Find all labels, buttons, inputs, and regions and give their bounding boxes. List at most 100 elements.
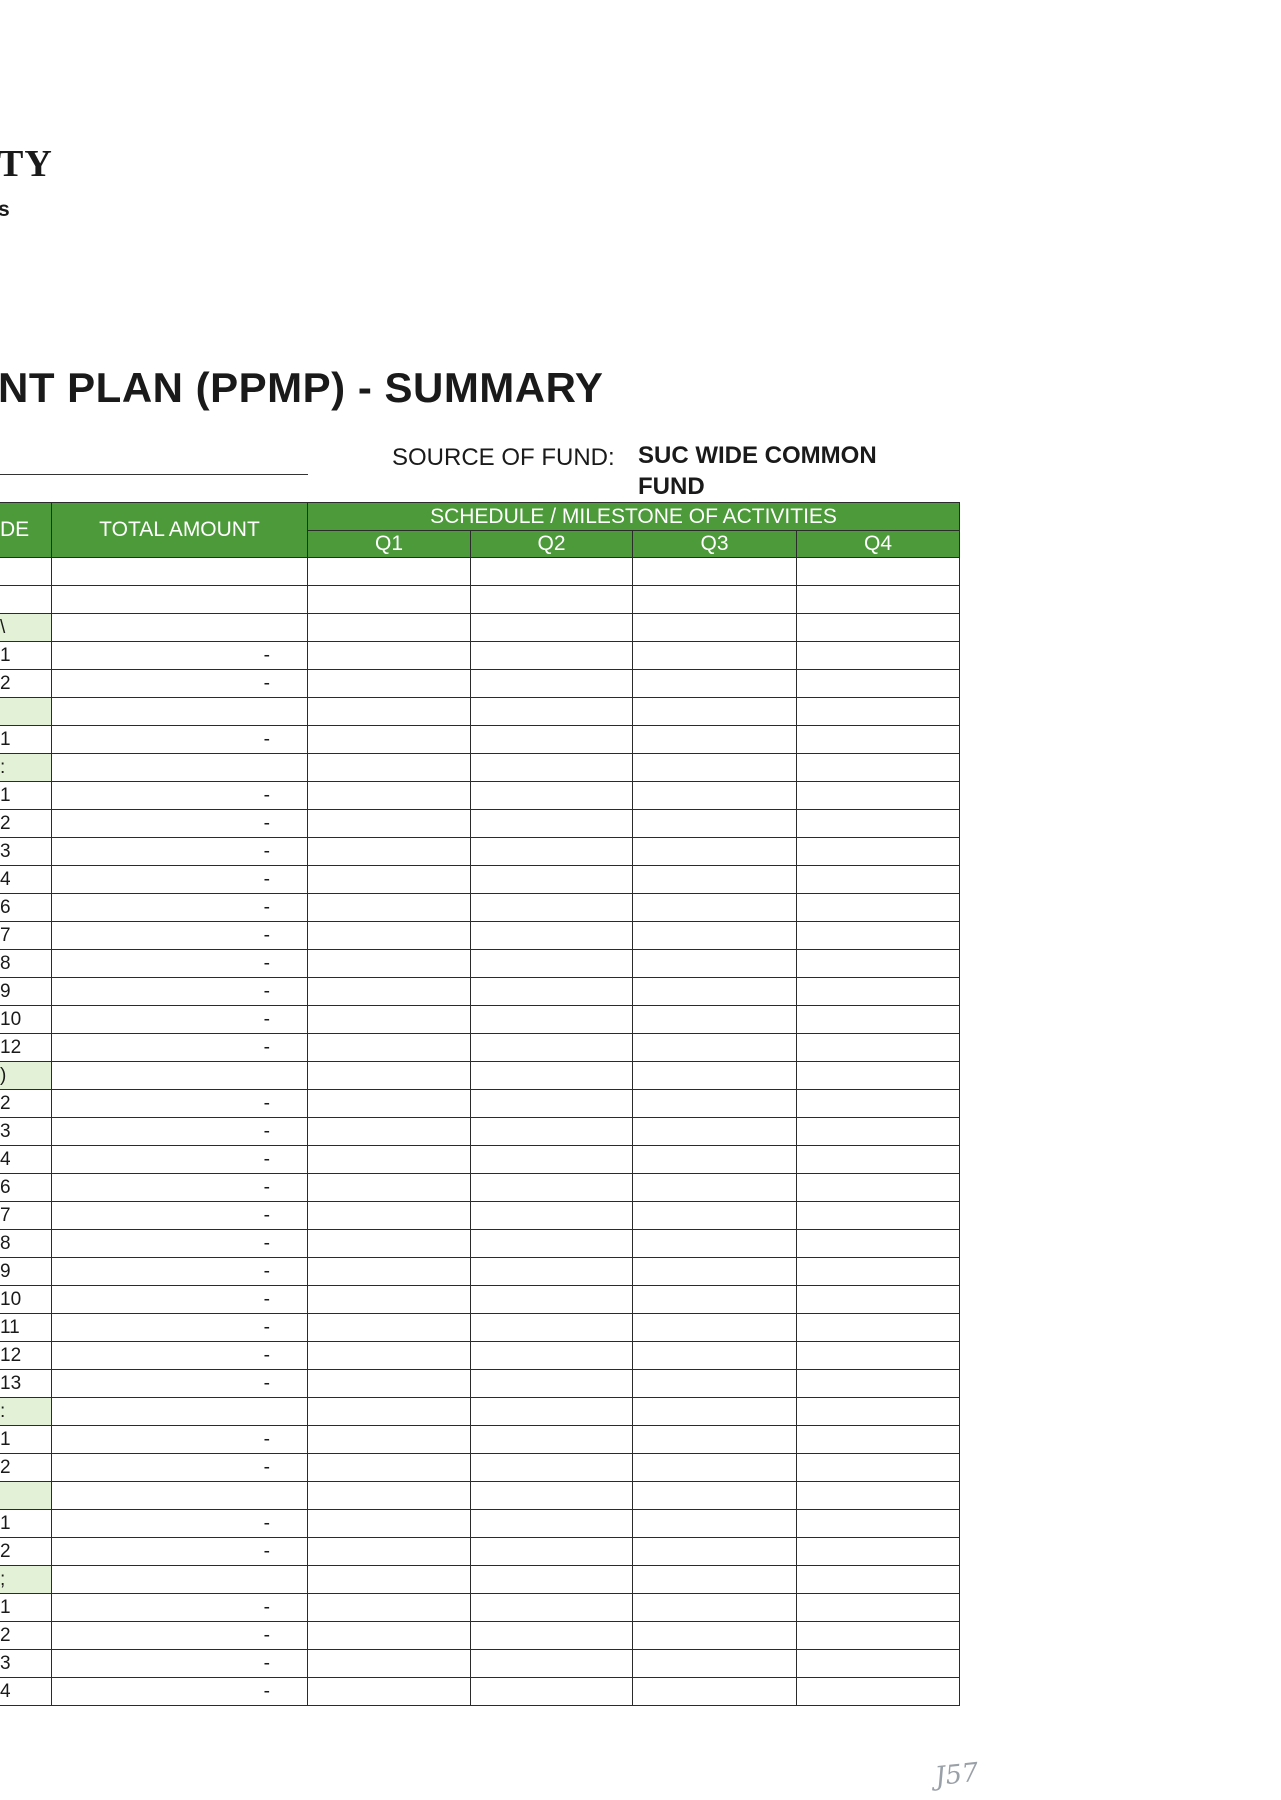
item-code-cell: 12	[0, 1033, 52, 1062]
total-amount-cell: -	[51, 1425, 308, 1454]
table-row: 9-	[0, 1257, 960, 1286]
item-code-cell: 3	[0, 1117, 52, 1146]
total-amount-cell: -	[51, 1173, 308, 1202]
total-amount-cell: -	[51, 1229, 308, 1258]
item-code-cell: 6	[0, 893, 52, 922]
item-code-cell: 4	[0, 1145, 52, 1174]
code-column-header: DE	[0, 502, 52, 558]
item-code-cell: 12	[0, 1341, 52, 1370]
table-row: 6-	[0, 893, 960, 922]
quarter-1-cell	[307, 1033, 471, 1062]
quarter-3-cell	[632, 1565, 797, 1594]
quarter-1-cell	[307, 1117, 471, 1146]
quarter-1-cell	[307, 557, 471, 586]
quarter-1-cell	[307, 781, 471, 810]
item-code-cell: 2	[0, 1089, 52, 1118]
quarter-1-cell	[307, 1145, 471, 1174]
total-amount-cell: -	[51, 1033, 308, 1062]
item-code-cell: 13	[0, 1369, 52, 1398]
quarter-1-cell	[307, 697, 471, 726]
quarter-3-cell	[632, 613, 797, 642]
table-row: 2-	[0, 669, 960, 698]
quarter-2-cell	[470, 1453, 633, 1482]
total-amount-cell	[51, 1481, 308, 1510]
table-row: 1-	[0, 725, 960, 754]
item-code-cell: 8	[0, 1229, 52, 1258]
table-row: 13-	[0, 1369, 960, 1398]
item-code-cell: 11	[0, 1313, 52, 1342]
quarter-1-cell	[307, 1173, 471, 1202]
table-row: 2-	[0, 1089, 960, 1118]
table-row: 11-	[0, 1313, 960, 1342]
quarter-3-cell	[632, 949, 797, 978]
total-amount-cell: -	[51, 725, 308, 754]
category-code-cell: :	[0, 753, 52, 782]
quarter-4-cell	[796, 1173, 960, 1202]
quarter-4-cell	[796, 1257, 960, 1286]
quarter-4-cell	[796, 977, 960, 1006]
total-amount-cell: -	[51, 669, 308, 698]
quarter-4-cell	[796, 725, 960, 754]
item-code-cell: 1	[0, 725, 52, 754]
institution-name-partial: TY	[0, 143, 53, 185]
quarter-1-cell	[307, 893, 471, 922]
quarter-1-cell	[307, 1621, 471, 1650]
category-code-cell: )	[0, 1061, 52, 1090]
total-amount-cell	[51, 613, 308, 642]
quarter-3-cell	[632, 1481, 797, 1510]
q4-column-header: Q4	[796, 530, 960, 558]
table-row: 1-	[0, 1509, 960, 1538]
table-row: 9-	[0, 977, 960, 1006]
total-amount-cell: -	[51, 781, 308, 810]
quarter-4-cell	[796, 585, 960, 614]
quarter-3-cell	[632, 1257, 797, 1286]
total-amount-cell: -	[51, 1649, 308, 1678]
quarter-4-cell	[796, 921, 960, 950]
quarter-1-cell	[307, 1369, 471, 1398]
item-code-cell: 1	[0, 1593, 52, 1622]
item-code-cell: 6	[0, 1173, 52, 1202]
quarter-2-cell	[470, 1677, 633, 1706]
total-amount-cell: -	[51, 1509, 308, 1538]
quarter-3-cell	[632, 1229, 797, 1258]
quarter-3-cell	[632, 977, 797, 1006]
quarter-2-cell	[470, 1173, 633, 1202]
total-amount-cell: -	[51, 977, 308, 1006]
table-row: 8-	[0, 949, 960, 978]
total-amount-cell: -	[51, 837, 308, 866]
quarter-3-cell	[632, 1341, 797, 1370]
table-row: 2-	[0, 809, 960, 838]
total-amount-cell: -	[51, 893, 308, 922]
quarter-4-cell	[796, 1425, 960, 1454]
quarter-4-cell	[796, 1537, 960, 1566]
table-row	[0, 557, 960, 586]
item-code-cell: 1	[0, 1425, 52, 1454]
item-code-cell: 1	[0, 781, 52, 810]
total-amount-cell: -	[51, 1005, 308, 1034]
quarter-1-cell	[307, 977, 471, 1006]
total-amount-cell: -	[51, 1089, 308, 1118]
table-row: 2-	[0, 1453, 960, 1482]
source-of-fund-label: SOURCE OF FUND:	[392, 444, 615, 471]
quarter-4-cell	[796, 1397, 960, 1426]
quarter-2-cell	[470, 1341, 633, 1370]
item-code-cell: 3	[0, 1649, 52, 1678]
item-code-cell: 10	[0, 1005, 52, 1034]
quarter-4-cell	[796, 1621, 960, 1650]
quarter-2-cell	[470, 613, 633, 642]
table-row: ;	[0, 1565, 960, 1594]
quarter-3-cell	[632, 669, 797, 698]
item-code-cell: 2	[0, 1621, 52, 1650]
quarter-3-cell	[632, 893, 797, 922]
quarter-3-cell	[632, 1005, 797, 1034]
quarter-2-cell	[470, 1033, 633, 1062]
quarter-4-cell	[796, 1593, 960, 1622]
category-code-cell: ;	[0, 1565, 52, 1594]
table-row: 6-	[0, 1173, 960, 1202]
quarter-4-cell	[796, 1117, 960, 1146]
table-row: 7-	[0, 1201, 960, 1230]
quarter-4-cell	[796, 1677, 960, 1706]
quarter-3-cell	[632, 1117, 797, 1146]
quarter-1-cell	[307, 669, 471, 698]
item-code-cell: 2	[0, 809, 52, 838]
